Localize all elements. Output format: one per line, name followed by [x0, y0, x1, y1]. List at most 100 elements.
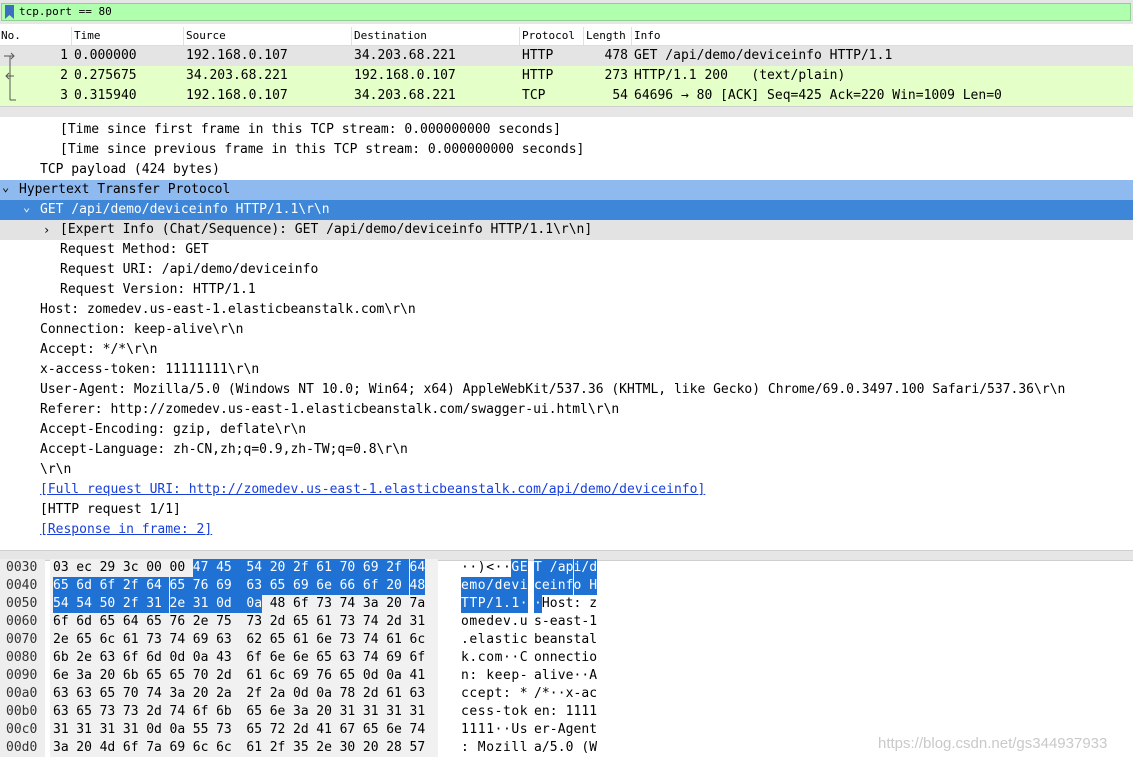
- hex-byte[interactable]: 65: [246, 721, 262, 739]
- ascii-char[interactable]: 0: [566, 739, 574, 757]
- hex-byte[interactable]: 7a: [410, 595, 426, 613]
- ascii-char[interactable]: *: [542, 685, 550, 703]
- ascii-char[interactable]: n: [550, 649, 558, 667]
- detail-tree-item[interactable]: [Full request URI: http://zomedev.us-eas…: [0, 480, 1133, 500]
- ascii-char[interactable]: a: [581, 631, 589, 649]
- ascii-char[interactable]: 5: [550, 739, 558, 757]
- column-header-destination[interactable]: Destination: [354, 29, 427, 43]
- hex-byte[interactable]: 63: [216, 631, 232, 649]
- detail-link[interactable]: [Response in frame: 2]: [40, 520, 212, 540]
- ascii-char[interactable]: v: [503, 613, 511, 631]
- hex-byte[interactable]: 6f: [246, 649, 262, 667]
- ascii-char[interactable]: [574, 739, 582, 757]
- hex-byte[interactable]: 20: [363, 739, 379, 757]
- ascii-char[interactable]: A: [558, 721, 566, 739]
- hex-byte[interactable]: 0a: [246, 595, 262, 613]
- ascii-char[interactable]: e: [469, 631, 477, 649]
- ascii-char[interactable]: /: [549, 559, 558, 577]
- detail-tree-item[interactable]: ⌄ GET /api/demo/deviceinfo HTTP/1.1\r\n: [0, 200, 1133, 220]
- hex-byte[interactable]: 64: [146, 577, 170, 595]
- hex-byte[interactable]: 3a: [363, 595, 379, 613]
- hex-byte[interactable]: 76: [170, 613, 186, 631]
- hex-byte[interactable]: 0a: [170, 721, 186, 739]
- ascii-char[interactable]: l: [542, 667, 550, 685]
- pane-splitter[interactable]: [0, 106, 1133, 117]
- hex-byte[interactable]: 31: [410, 613, 426, 631]
- hex-byte[interactable]: 76: [192, 577, 217, 595]
- ascii-char[interactable]: i: [550, 667, 558, 685]
- ascii-char[interactable]: ·: [469, 559, 477, 577]
- ascii-char[interactable]: H: [542, 595, 550, 613]
- ascii-char[interactable]: U: [511, 721, 519, 739]
- packet-row[interactable]: 3 0.315940 192.168.0.107 34.203.68.221 TCP 54…: [0, 86, 1133, 106]
- ascii-char[interactable]: /: [534, 685, 542, 703]
- hex-byte[interactable]: 20: [100, 667, 116, 685]
- hex-byte[interactable]: 0d: [363, 667, 379, 685]
- hex-byte[interactable]: 63: [76, 685, 92, 703]
- chevron-down-icon[interactable]: ⌄: [23, 197, 30, 217]
- hex-byte[interactable]: 6b: [216, 703, 232, 721]
- ascii-char[interactable]: :: [550, 703, 558, 721]
- ascii-char[interactable]: r: [542, 721, 550, 739]
- ascii-char[interactable]: W: [589, 739, 597, 757]
- ascii-char[interactable]: -: [542, 613, 550, 631]
- ascii-char[interactable]: e: [461, 577, 470, 595]
- hex-byte[interactable]: 6f: [123, 649, 139, 667]
- ascii-char[interactable]: d: [486, 613, 494, 631]
- hex-byte[interactable]: 3a: [293, 703, 309, 721]
- ascii-char[interactable]: (: [581, 739, 589, 757]
- hex-byte[interactable]: 70: [123, 685, 139, 703]
- hex-byte[interactable]: 00: [146, 559, 162, 577]
- ascii-char[interactable]: M: [478, 739, 486, 757]
- hex-byte[interactable]: 66: [339, 577, 363, 595]
- hex-byte[interactable]: 48: [270, 595, 286, 613]
- ascii-char[interactable]: u: [520, 613, 528, 631]
- ascii-char[interactable]: ·: [503, 559, 511, 577]
- hex-byte[interactable]: 31: [340, 703, 356, 721]
- hex-byte[interactable]: 6f: [53, 613, 69, 631]
- hex-byte[interactable]: 74: [363, 649, 379, 667]
- ascii-char[interactable]: c: [534, 577, 542, 595]
- ascii-char[interactable]: [558, 703, 566, 721]
- ascii-char[interactable]: k: [520, 703, 528, 721]
- ascii-char[interactable]: H: [589, 577, 598, 595]
- ascii-char[interactable]: b: [534, 631, 542, 649]
- ascii-char[interactable]: d: [589, 559, 598, 577]
- hex-byte[interactable]: 2d: [216, 667, 232, 685]
- hex-byte[interactable]: 74: [410, 721, 426, 739]
- ascii-char[interactable]: v: [558, 667, 566, 685]
- detail-tree-item[interactable]: [Response in frame: 2]: [0, 520, 1133, 540]
- ascii-char[interactable]: i: [503, 739, 511, 757]
- ascii-char[interactable]: [581, 595, 589, 613]
- hex-byte[interactable]: 03: [53, 559, 69, 577]
- column-header-no[interactable]: No.: [1, 29, 21, 43]
- ascii-char[interactable]: ·: [581, 667, 589, 685]
- hex-byte[interactable]: 69: [193, 631, 209, 649]
- hex-byte[interactable]: 29: [100, 559, 116, 577]
- ascii-char[interactable]: s: [478, 703, 486, 721]
- hex-byte[interactable]: 63: [53, 685, 69, 703]
- ascii-char[interactable]: x: [566, 685, 574, 703]
- hex-byte[interactable]: 2e: [193, 613, 209, 631]
- ascii-char[interactable]: l: [478, 631, 486, 649]
- ascii-char[interactable]: e: [566, 667, 574, 685]
- hex-byte[interactable]: 65: [293, 613, 309, 631]
- hex-byte[interactable]: 50: [99, 595, 123, 613]
- ascii-char[interactable]: s: [520, 721, 528, 739]
- ascii-char[interactable]: t: [503, 631, 511, 649]
- hex-byte[interactable]: 4d: [100, 739, 116, 757]
- ascii-char[interactable]: t: [574, 631, 582, 649]
- ascii-char[interactable]: t: [495, 685, 503, 703]
- hex-byte[interactable]: 2e: [53, 631, 69, 649]
- column-header-source[interactable]: Source: [186, 29, 226, 43]
- hex-byte[interactable]: 43: [216, 649, 232, 667]
- hex-byte[interactable]: 6f: [193, 703, 209, 721]
- detail-tree-item[interactable]: \r\n: [0, 460, 1133, 480]
- hex-byte[interactable]: 65: [169, 577, 193, 595]
- packet-row[interactable]: 1 0.000000 192.168.0.107 34.203.68.221 HTTP 4…: [0, 46, 1133, 66]
- column-header-info[interactable]: Info: [634, 29, 661, 43]
- ascii-char[interactable]: .: [469, 649, 477, 667]
- ascii-char[interactable]: 1: [574, 703, 582, 721]
- ascii-char[interactable]: /: [486, 577, 495, 595]
- hex-byte[interactable]: 73: [316, 595, 332, 613]
